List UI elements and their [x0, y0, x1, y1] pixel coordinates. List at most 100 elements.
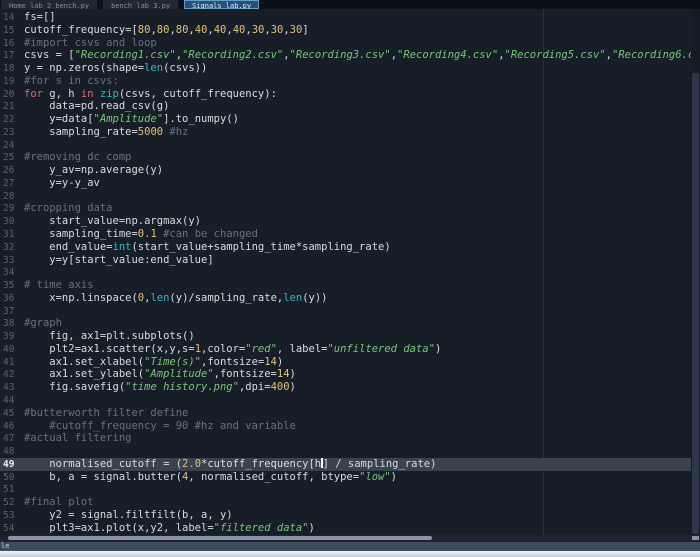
code-line[interactable]: 23 sampling_rate=5000 #hz [0, 126, 691, 139]
code-line[interactable]: 48 [0, 445, 691, 458]
code-token: "Recording5.csv" [504, 49, 606, 62]
code-token: 40 [194, 23, 208, 36]
code-token: "Recording4.csv" [397, 49, 499, 62]
code-line[interactable]: 41 ax1.set_xlabel("Time(s)",fontsize=14) [0, 356, 691, 369]
code-line[interactable]: 40 plt2=ax1.scatter(x,y,s=1,color="red",… [0, 343, 691, 356]
code-line[interactable]: 47 #actual filtering [0, 432, 691, 445]
code-line[interactable]: 39 fig, ax1=plt.subplots() [0, 330, 691, 343]
code-token: (y)) [302, 291, 328, 304]
code-token: #removing dc comp [24, 151, 132, 164]
code-token: end_value= [24, 240, 113, 253]
code-token: 40 [213, 23, 227, 36]
code-token: plt2=ax1.scatter(x,y,s= [24, 342, 195, 355]
code-lines: 14 fs=[] 15 cutoff_frequency=[80,80,80,40,4… [0, 11, 691, 535]
code-line[interactable]: 53 y2 = signal.filtfilt(b, a, y) [0, 509, 691, 522]
code-line[interactable]: 21 data=pd.read_csv(g) [0, 100, 691, 113]
line-number: 35 [3, 280, 15, 292]
code-line[interactable]: 14 fs=[] [0, 11, 691, 24]
vertical-scrollbar-thumb[interactable] [692, 73, 699, 534]
code-line[interactable]: 50 b, a = signal.butter(4, normalised_cu… [0, 471, 691, 484]
code-token: ) [390, 470, 397, 483]
horizontal-scrollbar[interactable] [0, 535, 700, 542]
code-line[interactable]: 25 #removing dc comp [0, 151, 691, 164]
code-token: ) [276, 355, 284, 368]
editor-tab-0[interactable]: Home lab 2 bench.py [1, 0, 98, 9]
code-token: y=data[ [24, 113, 94, 126]
code-line[interactable]: 32 end_value=int(start_value+sampling_ti… [0, 241, 691, 254]
code-line[interactable]: 44 [0, 394, 691, 407]
editor-tab-1[interactable]: bench lab 3.py [103, 0, 179, 9]
code-token: ,dpi= [238, 381, 271, 394]
code-token: #butterworth filter define [24, 406, 189, 419]
code-line[interactable]: 36 x=np.linspace(0,len(y)/sampling_rate,… [0, 292, 691, 305]
code-line[interactable]: 30 start_value=np.argmax(y) [0, 215, 691, 228]
code-token: fig.savefig( [24, 381, 126, 394]
code-token: y=y-y_av [24, 176, 100, 189]
code-token: , label= [276, 342, 328, 355]
status-bar: le [0, 542, 700, 551]
code-line[interactable]: 35 # time axis [0, 279, 691, 292]
code-token: #for s in csvs: [24, 74, 119, 87]
line-number: 36 [3, 292, 15, 304]
code-line[interactable]: 15 cutoff_frequency=[80,80,80,40,40,40,30… [0, 24, 691, 37]
code-token: 14 [276, 368, 290, 381]
code-line[interactable]: 16 #import csvs and loop [0, 37, 691, 50]
code-token: fs=[] [24, 11, 56, 23]
code-token: ] [302, 23, 309, 36]
code-token: (y)/sampling_rate, [169, 291, 284, 304]
code-token: "Recording1.csv" [74, 49, 176, 62]
code-line[interactable]: 20 for g, h in zip(csvs, cutoff_frequency… [0, 88, 691, 101]
code-token: ,color= [201, 342, 246, 355]
code-line[interactable]: 28 [0, 190, 691, 203]
horizontal-scrollbar-thumb[interactable] [8, 536, 432, 540]
code-line[interactable]: 43 fig.savefig("time history.png",dpi=40… [0, 381, 691, 394]
code-token: int [112, 240, 132, 253]
code-line[interactable]: 19 #for s in csvs: [0, 75, 691, 88]
code-token: #cutoff_frequency = 90 #hz and variable [24, 419, 296, 432]
code-line[interactable]: 38 #graph [0, 317, 691, 330]
code-line[interactable]: 52 #final plot [0, 496, 691, 509]
code-editor[interactable]: 14 fs=[] 15 cutoff_frequency=[80,80,80,40,4… [0, 9, 700, 557]
code-token: y2 = signal.filtfilt(b, a, y) [24, 508, 233, 521]
code-line[interactable]: 33 y=y[start_value:end_value] [0, 254, 691, 267]
code-line[interactable]: 54 plt3=ax1.plot(x,y2, label="filtered d… [0, 522, 691, 535]
line-number: 31 [3, 229, 15, 241]
code-token: #graph [24, 317, 62, 330]
code-line[interactable]: 34 [0, 266, 691, 279]
code-token: 14 [264, 355, 277, 368]
code-token: ].to_numpy() [163, 113, 239, 126]
code-line[interactable]: 27 y=y-y_av [0, 177, 691, 190]
code-token: (csvs, cutoff_frequency): [118, 87, 277, 100]
code-line[interactable]: 37 [0, 305, 691, 318]
code-line[interactable]: 42 ax1.set_ylabel("Amplitude",fontsize=1… [0, 368, 691, 381]
line-number: 54 [3, 522, 15, 534]
code-line[interactable]: 46 #cutoff_frequency = 90 #hz and variab… [0, 420, 691, 433]
code-token: #can be changed [163, 228, 258, 241]
code-token: y=y[start_value:end_value] [24, 253, 214, 266]
code-line[interactable]: 26 y_av=np.average(y) [0, 164, 691, 177]
code-line[interactable]: 18 y = np.zeros(shape=len(csvs)) [0, 62, 691, 75]
code-line[interactable]: 22 y=data["Amplitude"].to_numpy() [0, 113, 691, 126]
code-token: normalised_cutoff = ( [24, 457, 183, 470]
code-token: ax1.set_ylabel( [24, 368, 145, 381]
code-line[interactable]: 45 #butterworth filter define [0, 407, 691, 420]
line-number: 14 [3, 12, 15, 23]
editor-tab-2[interactable]: Signals lab.py [184, 0, 260, 9]
code-line[interactable]: 17 csvs = ["Recording1.csv","Recording2.c… [0, 49, 691, 62]
code-line[interactable]: 29 #cropping data [0, 202, 691, 215]
vertical-scrollbar[interactable] [691, 9, 700, 535]
window-bottom-edge [0, 551, 700, 557]
code-line[interactable]: 49 normalised_cutoff = (2.0*cutoff_frequ… [0, 457, 691, 471]
code-token: 40 [232, 23, 246, 36]
code-line[interactable]: 51 [0, 483, 691, 496]
code-line[interactable]: 31 sampling_time=0.1 #can be changed [0, 228, 691, 241]
code-token: ) [434, 342, 442, 355]
code-token: ) [308, 521, 315, 534]
code-token: ] / sampling_rate) [322, 457, 437, 470]
line-number: 18 [3, 63, 15, 75]
code-line[interactable]: 24 [0, 139, 691, 152]
code-token: b, a = signal.butter( [24, 470, 183, 483]
ide-window: Home lab 2 bench.py bench lab 3.py Signals… [0, 0, 700, 557]
code-token: len [283, 291, 303, 304]
code-token: len [150, 291, 170, 304]
